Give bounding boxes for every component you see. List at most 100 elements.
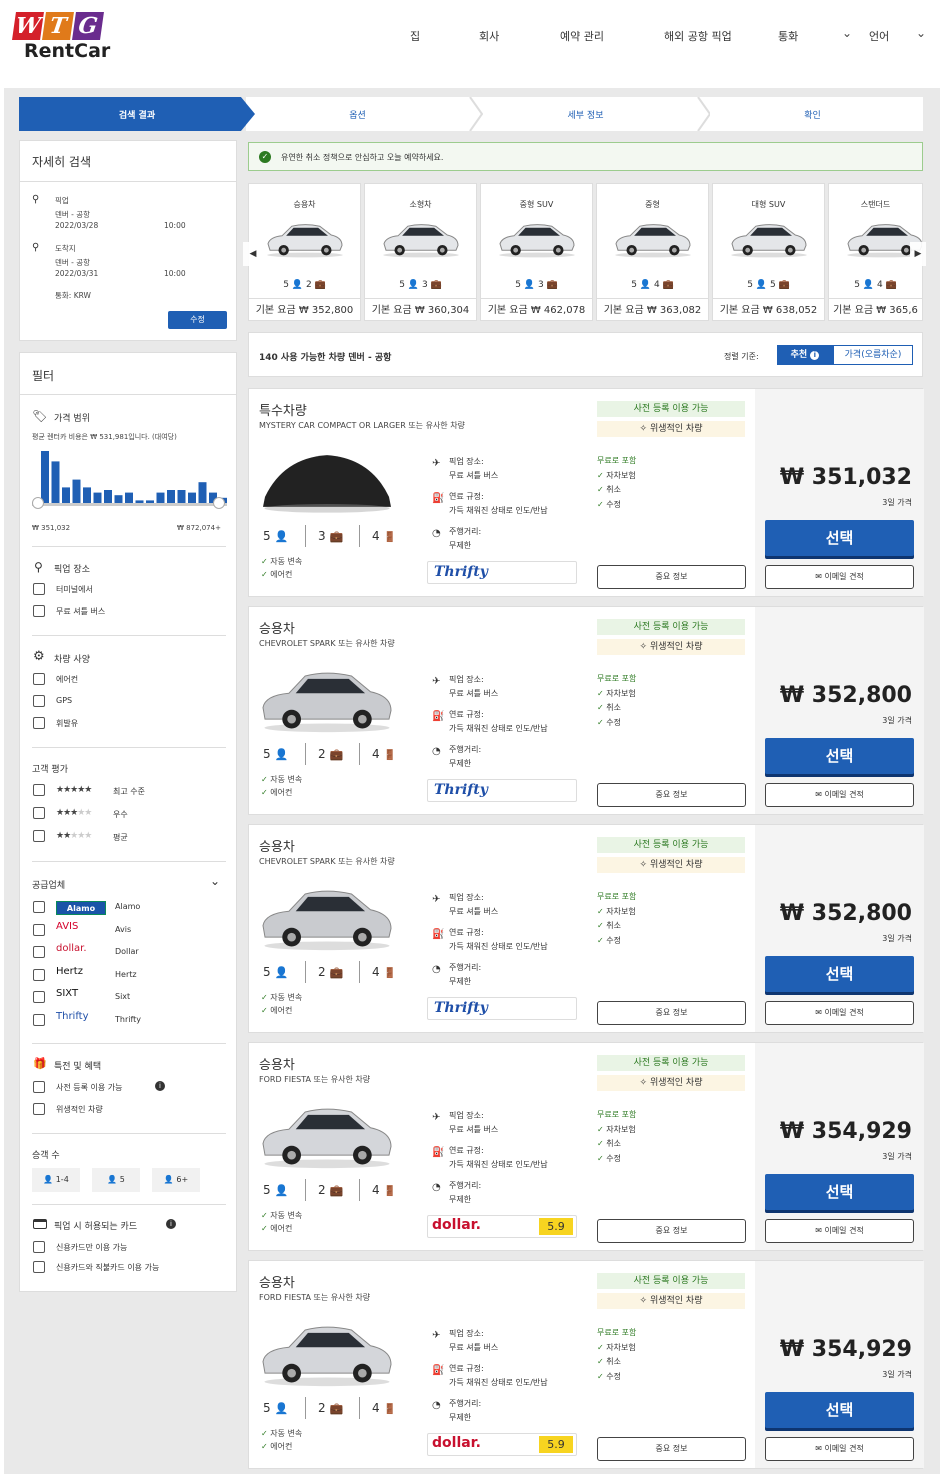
important-info-button[interactable]: 중요 정보 [597,565,746,589]
filter-checkin-checkbox[interactable] [33,1081,45,1093]
feature-auto: ✓ 자동 변속 [261,1210,302,1221]
category-capacity: 5 👤 4 💼 [829,280,922,290]
pickup-place-label: 픽업 장소: [449,1329,484,1338]
filter-supplier-dollar-checkbox[interactable] [33,946,45,958]
histogram-bar [198,482,207,503]
filter-gps-checkbox[interactable] [33,695,45,707]
category-name: 중형 SUV [519,200,554,209]
info-icon[interactable]: i [155,1081,165,1091]
fuel-label: 연료 규정: [449,1146,484,1155]
category-card[interactable]: 중형 5 👤 4 💼 기본 요금 ₩ 363,082 [596,183,709,321]
filter-gasoline-checkbox[interactable] [33,717,45,729]
histogram-bar [167,490,175,503]
email-quote-button[interactable]: ✉ 이메일 견적 [765,1219,914,1243]
included-cancel: 취소 [606,1357,621,1366]
filter-supplier-hertz-checkbox[interactable] [33,968,45,981]
supplier-chevron-icon[interactable]: ⌄ [210,874,220,888]
sort-recommended-button[interactable]: 추천 i [777,345,833,365]
car-doors: 4 🚪 [372,529,396,543]
included-cdw: 자차보험 [606,906,636,916]
included-item: ✓ 취소 [597,701,636,716]
suitcase-icon: 💼 [885,280,897,290]
step-details[interactable]: 세부 정보 [483,97,688,131]
nav-language[interactable]: 언어 [869,28,889,44]
category-price: 기본 요금 ₩ 360,304 [365,298,476,320]
car-result-card: 승용차 FORD FIESTA 또는 유사한 차량 5 👤 2 💼 4 🚪 ✓ … [248,1042,924,1251]
rating-2-label: 평균 [113,833,128,842]
email-quote-button[interactable]: ✉ 이메일 견적 [765,1001,914,1025]
category-bags: 5 [769,280,776,290]
email-quote-button[interactable]: ✉ 이메일 견적 [765,783,914,807]
gift-icon: 🎁 [33,1057,47,1070]
feature-auto-label: 자동 변속 [270,775,303,784]
category-card[interactable]: 스탠더드 5 👤 4 💼 기본 요금 ₩ 365,6 [828,183,923,321]
fuel-value: 가득 채워진 상태로 인도/반납 [449,1160,548,1169]
price-max-handle[interactable] [213,497,225,509]
select-button[interactable]: 선택 [765,956,914,992]
select-button[interactable]: 선택 [765,1392,914,1428]
category-card[interactable]: 대형 SUV 5 👤 5 💼 기본 요금 ₩ 638,052 [712,183,825,321]
supplier-logo-thrifty: Thrifty [56,1010,89,1022]
category-card[interactable]: 승용차 5 👤 2 💼 기본 요금 ₩ 352,800 [248,183,361,321]
category-card[interactable]: 소형차 5 👤 3 💼 기본 요금 ₩ 360,304 [364,183,477,321]
nav-currency[interactable]: 통화 [778,28,798,44]
nav-company[interactable]: 회사 [479,28,499,44]
email-quote-button[interactable]: ✉ 이메일 견적 [765,1437,914,1461]
supplier-logo-hertz: Hertz [56,965,83,977]
passenger-1-4-button[interactable]: 👤 1-4 [32,1168,80,1192]
filter-credit-only-checkbox[interactable] [33,1241,45,1253]
filter-supplier-sixt-checkbox[interactable] [33,991,45,1003]
select-button[interactable]: 선택 [765,738,914,774]
filter-shuttle-checkbox[interactable] [33,605,45,617]
select-button[interactable]: 선택 [765,520,914,556]
modify-button[interactable]: 수정 [168,311,227,329]
nav-home[interactable]: 집 [410,28,420,44]
filter-terminal-checkbox[interactable] [33,583,45,595]
carousel-next-arrow-icon[interactable]: ▶ [910,242,926,266]
filter-supplier-avis-checkbox[interactable] [33,923,45,936]
seats-value: 5 [263,747,271,761]
nav-reservations[interactable]: 예약 관리 [560,28,604,44]
pickup-place-value: 무료 셔틀 버스 [449,1125,499,1134]
sort-price-button[interactable]: 가격(오름차순) [833,345,913,365]
price-min-handle[interactable] [32,497,44,509]
passenger-5-label: 5 [119,1175,125,1184]
passenger-6plus-button[interactable]: 👤 6+ [152,1168,200,1192]
language-chevron-icon[interactable]: ⌄ [916,26,926,40]
filter-rating-5-checkbox[interactable] [33,784,45,796]
filter-ac-checkbox[interactable] [33,673,45,685]
car-price: ₩ 354,929 [779,1119,912,1144]
rentcar-logo[interactable]: W T G RentCar [12,12,110,64]
step-search-results-active[interactable]: 검색 결과 [19,97,255,131]
carousel-prev-arrow-icon[interactable]: ◀ [243,242,263,266]
price-slider-track[interactable] [32,503,227,506]
mileage-value: 무제한 [449,977,472,986]
currency-text: 통화: KRW [55,291,91,300]
category-card[interactable]: 중형 SUV 5 👤 3 💼 기본 요금 ₩ 462,078 [480,183,593,321]
important-info-button[interactable]: 중요 정보 [597,1437,746,1461]
passenger-5-button[interactable]: 👤 5 [92,1168,140,1192]
filter-credit-debit-checkbox[interactable] [33,1261,45,1273]
pickup-place-value: 무료 셔틀 버스 [449,1343,499,1352]
important-info-button[interactable]: 중요 정보 [597,783,746,807]
price-average: 평균 렌터카 비용은 ₩ 531,981입니다. (대여당) [32,433,177,441]
histogram-bar [156,492,165,503]
step-confirm[interactable]: 확인 [710,97,915,131]
category-price: 기본 요금 ₩ 363,082 [597,298,708,320]
vendor-rating: 5.9 [539,1436,573,1453]
currency-chevron-icon[interactable]: ⌄ [842,26,852,40]
pickup-place-label: 픽업 장소: [449,675,484,684]
filter-rating-3-checkbox[interactable] [33,807,45,819]
clean-car-badge: ✧ 위생적인 차량 [597,1075,745,1091]
important-info-button[interactable]: 중요 정보 [597,1001,746,1025]
filter-supplier-thrifty-checkbox[interactable] [33,1013,45,1026]
select-button[interactable]: 선택 [765,1174,914,1210]
nav-airport-pickup[interactable]: 해외 공항 픽업 [664,28,732,44]
filter-supplier-alamo-checkbox[interactable] [33,901,45,913]
filter-clean-checkbox[interactable] [33,1103,45,1115]
important-info-button[interactable]: 중요 정보 [597,1219,746,1243]
email-quote-button[interactable]: ✉ 이메일 견적 [765,565,914,589]
step-options[interactable]: 옵션 [255,97,460,131]
filter-rating-2-checkbox[interactable] [33,830,45,842]
info-icon[interactable]: i [166,1219,176,1229]
